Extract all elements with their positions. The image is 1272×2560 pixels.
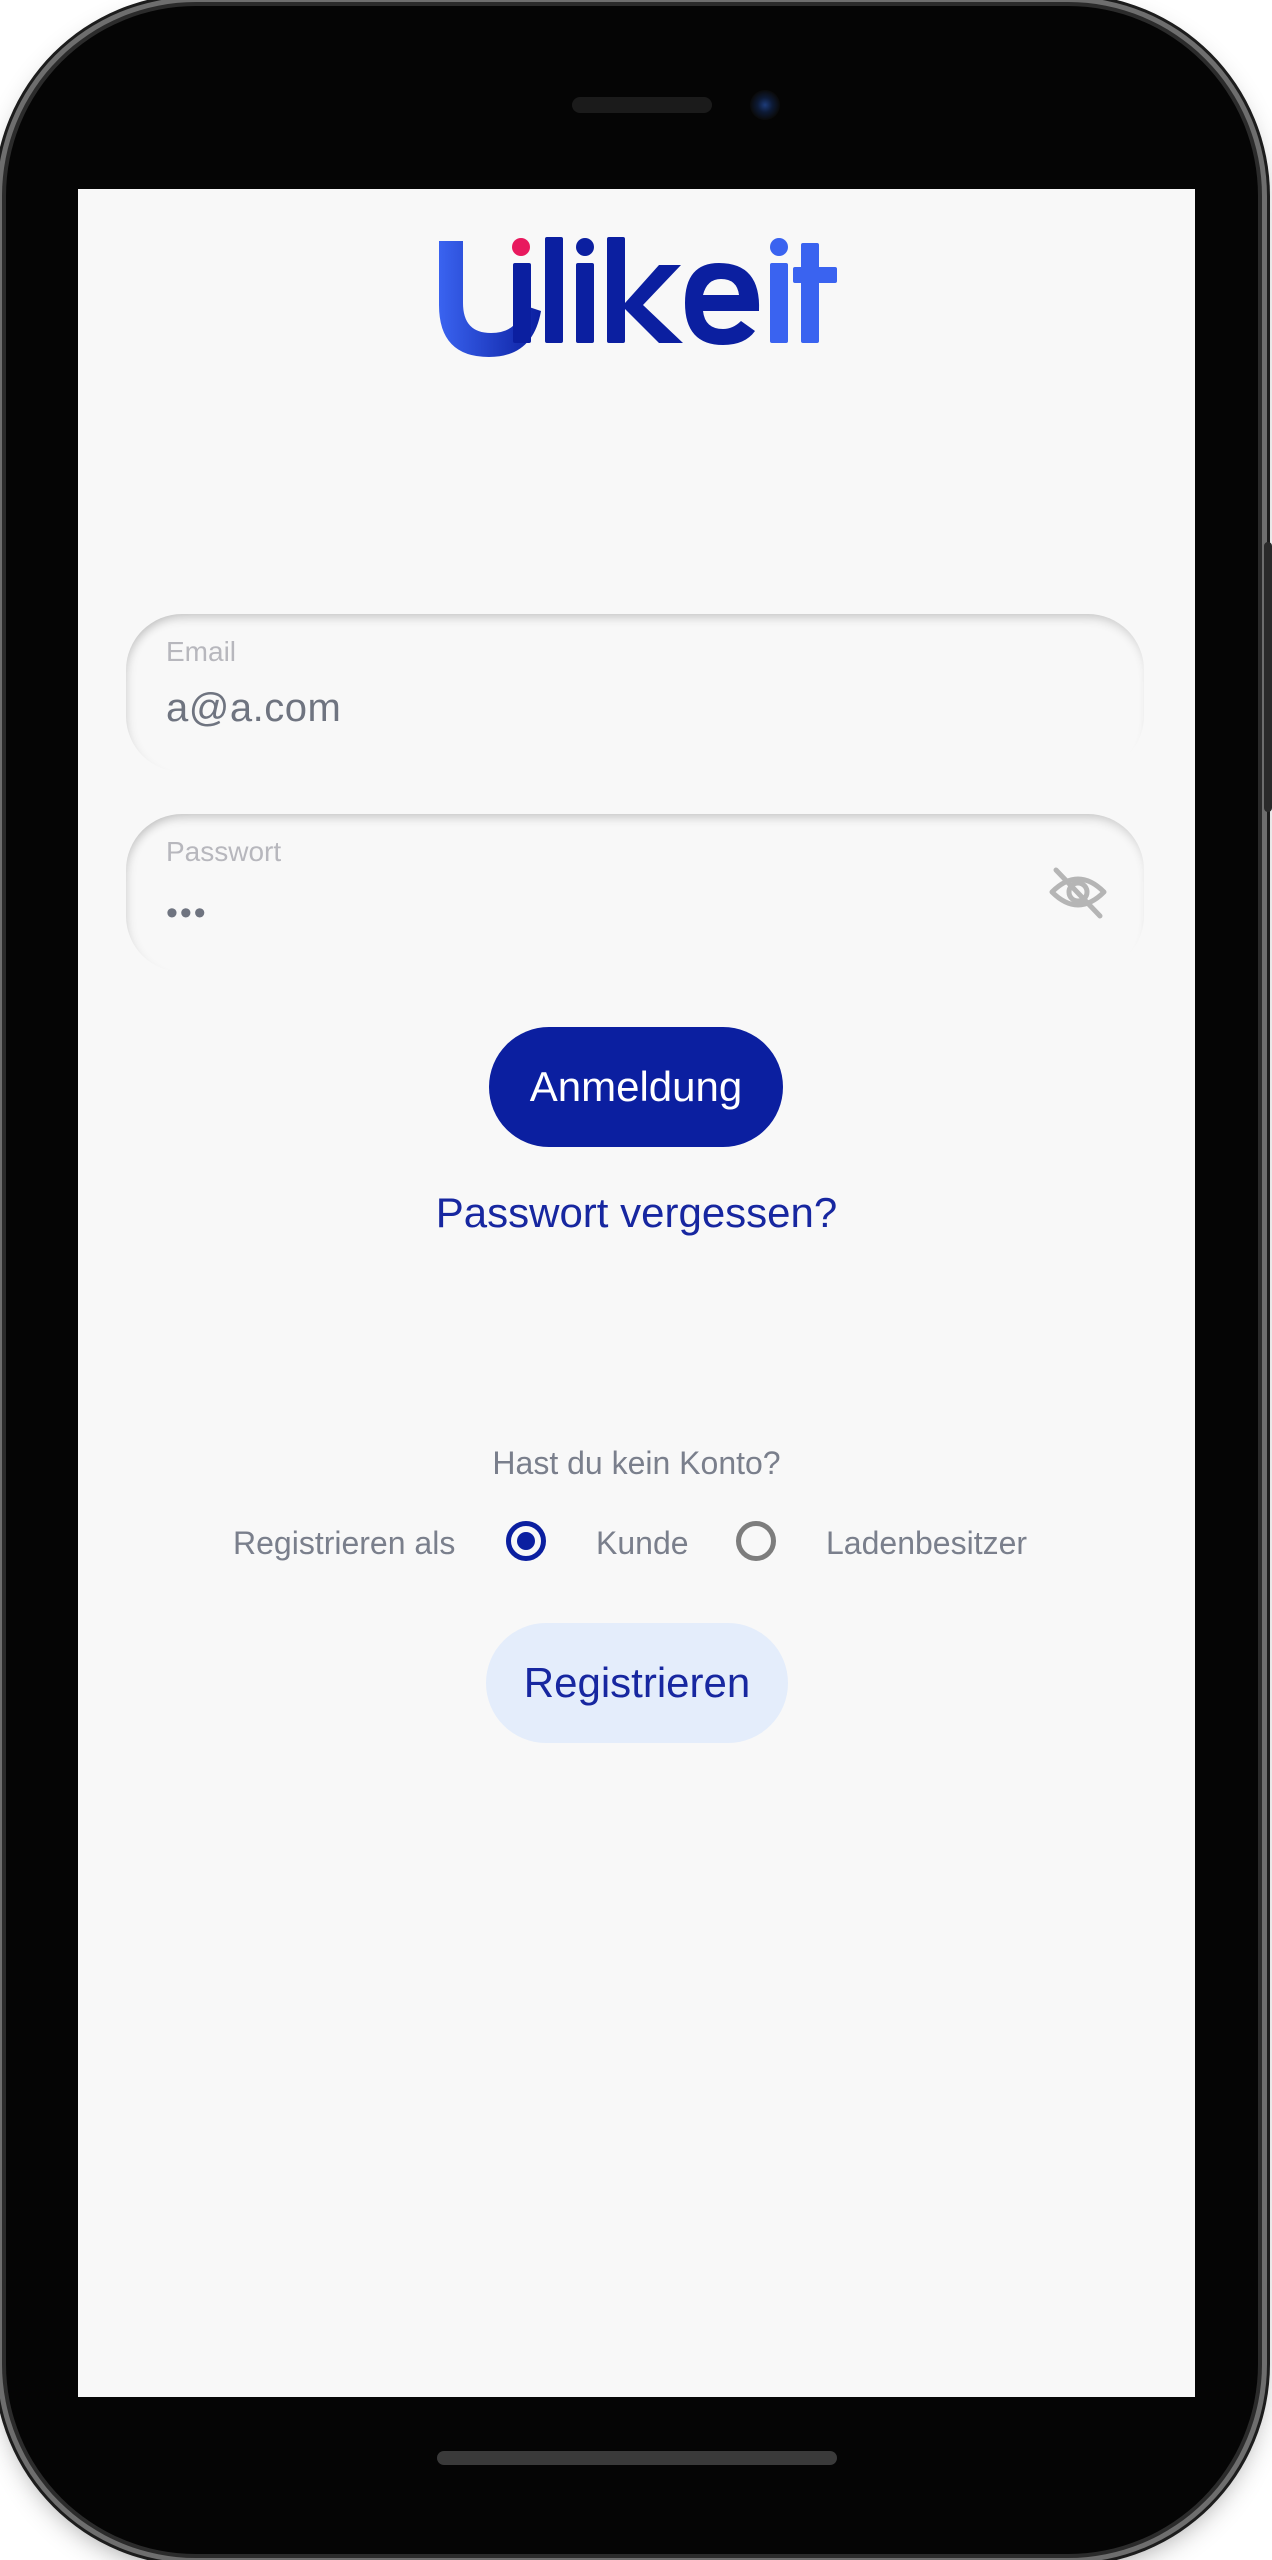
register-button[interactable]: Registrieren — [486, 1623, 788, 1743]
email-label: Email — [166, 636, 237, 667]
app-screen: Email a@a.com Passwort ••• Anmeldung Pas… — [78, 189, 1195, 2397]
password-value[interactable]: ••• — [166, 894, 208, 933]
radio-ladenbesitzer-label[interactable]: Ladenbesitzer — [826, 1525, 1027, 1562]
no-account-prompt: Hast du kein Konto? — [492, 1445, 781, 1481]
register-as-label: Registrieren als — [233, 1525, 456, 1561]
register-as-row: Registrieren als Kunde Ladenbesitzer — [78, 1509, 1195, 1579]
password-field[interactable]: Passwort ••• — [126, 814, 1144, 972]
earpiece-speaker — [572, 97, 712, 113]
email-value[interactable]: a@a.com — [166, 686, 341, 731]
front-camera — [750, 90, 780, 120]
eye-off-icon[interactable] — [1046, 860, 1110, 924]
radio-ladenbesitzer[interactable] — [736, 1521, 776, 1561]
power-button — [1264, 542, 1272, 812]
login-button[interactable]: Anmeldung — [489, 1027, 783, 1147]
ulikeit-logo — [439, 237, 837, 357]
radio-kunde-label[interactable]: Kunde — [596, 1525, 689, 1562]
email-field[interactable]: Email a@a.com — [126, 614, 1144, 772]
forgot-password-link[interactable]: Passwort vergessen? — [78, 1189, 1195, 1237]
radio-kunde[interactable] — [506, 1521, 546, 1561]
home-indicator — [437, 2451, 837, 2465]
password-label: Passwort — [166, 836, 282, 867]
